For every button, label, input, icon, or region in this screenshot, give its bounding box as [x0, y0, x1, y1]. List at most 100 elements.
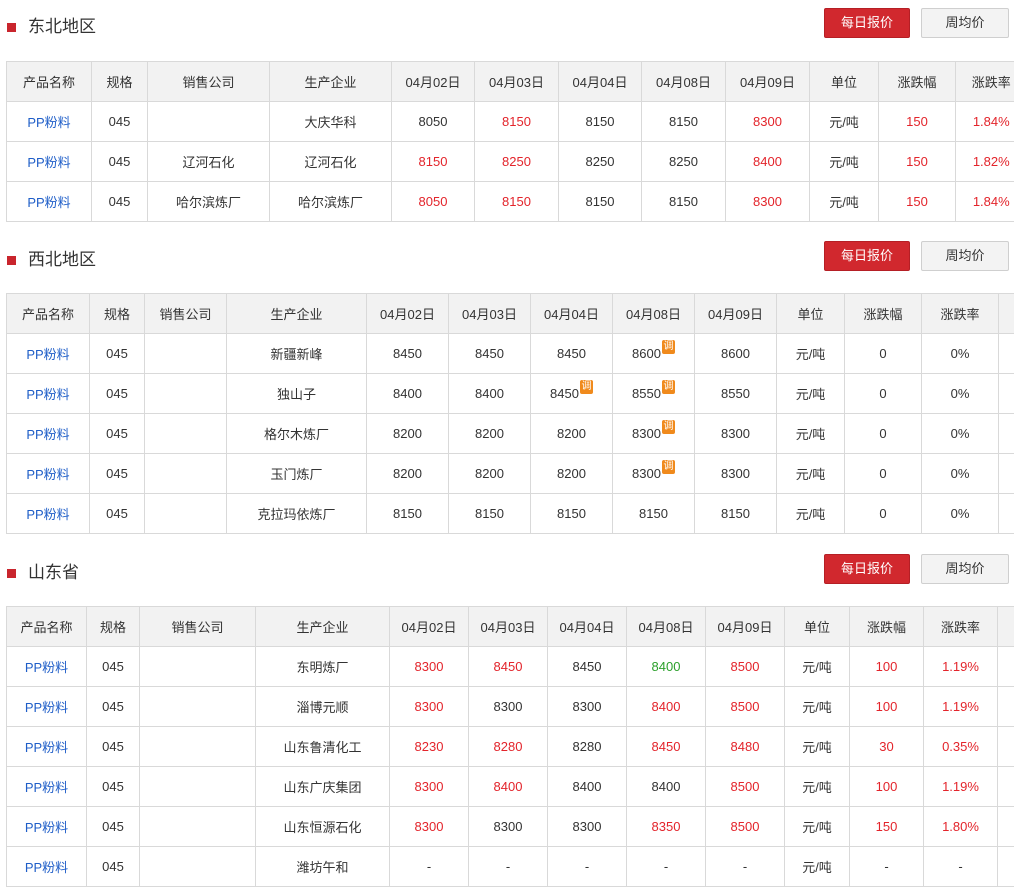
unit-cell: 元/吨	[809, 101, 879, 142]
unit-cell: 元/吨	[784, 726, 850, 767]
price-0402: 8400	[366, 373, 449, 414]
col-header-producer: 生产企业	[269, 61, 392, 102]
weekly-average-button[interactable]: 周均价	[921, 554, 1009, 584]
table-row: PP粉料 045 山东鲁清化工 8230 8280 8280 8450 8480…	[6, 726, 1014, 767]
rate-cell: 0%	[921, 493, 999, 534]
table-row: PP粉料 045 哈尔滨炼厂 哈尔滨炼厂 8050 8150 8150 8150…	[6, 181, 1014, 222]
col-header-date-0408: 04月08日	[641, 61, 726, 102]
extra-cell	[997, 766, 1014, 807]
price-0409: 8300	[694, 453, 777, 494]
spec-cell: 045	[86, 766, 140, 807]
seller-cell	[139, 806, 256, 847]
col-header-rate: 涨跌率	[921, 293, 999, 334]
spec-cell: 045	[89, 373, 145, 414]
price-0409: 8550	[694, 373, 777, 414]
table-row: PP粉料 045 辽河石化 辽河石化 8150 8250 8250 8250 8…	[6, 141, 1014, 182]
product-link[interactable]: PP粉料	[6, 453, 90, 494]
daily-quote-button[interactable]: 每日报价	[824, 554, 910, 584]
product-link[interactable]: PP粉料	[6, 333, 90, 374]
price-0402: 8300	[389, 766, 469, 807]
price-0402: 8230	[389, 726, 469, 767]
change-cell: 0	[844, 333, 922, 374]
col-header-date-0408: 04月08日	[612, 293, 695, 334]
price-0402: 8300	[389, 646, 469, 687]
price-0403: 8150	[448, 493, 531, 534]
price-0409: 8500	[705, 686, 785, 727]
change-cell: 0	[844, 493, 922, 534]
producer-cell: 山东广庆集团	[255, 766, 390, 807]
col-header-date-0403: 04月03日	[448, 293, 531, 334]
daily-quote-button[interactable]: 每日报价	[824, 241, 910, 271]
seller-cell: 辽河石化	[147, 141, 270, 182]
price-0403: 8200	[448, 453, 531, 494]
product-link[interactable]: PP粉料	[6, 493, 90, 534]
product-link[interactable]: PP粉料	[6, 646, 87, 687]
price-0402: 8050	[391, 181, 475, 222]
product-link[interactable]: PP粉料	[6, 726, 87, 767]
adjust-badge-icon[interactable]: 调	[661, 380, 675, 394]
price-0404: 8200	[530, 453, 613, 494]
col-header-rate: 涨跌率	[923, 606, 998, 647]
table-row: PP粉料 045 克拉玛依炼厂 8150 8150 8150 8150 8150…	[6, 493, 1014, 534]
unit-cell: 元/吨	[809, 141, 879, 182]
price-0403: 8150	[474, 101, 559, 142]
extra-cell	[997, 806, 1014, 847]
price-0408: 8300	[632, 466, 661, 481]
col-header-product: 产品名称	[6, 293, 90, 334]
table-row: PP粉料 045 东明炼厂 8300 8450 8450 8400 8500 元…	[6, 646, 1014, 687]
price-0404: 8300	[547, 686, 627, 727]
col-header-date-0409: 04月09日	[705, 606, 785, 647]
product-link[interactable]: PP粉料	[6, 413, 90, 454]
col-header-rate: 涨跌率	[955, 61, 1014, 102]
section-header: 山东省 每日报价 周均价	[0, 553, 1014, 589]
price-0404: 8280	[547, 726, 627, 767]
price-0404: 8450	[550, 386, 579, 401]
price-0408: 8450	[626, 726, 706, 767]
change-cell: -	[849, 846, 924, 887]
rate-cell: -	[923, 846, 998, 887]
producer-cell: 玉门炼厂	[226, 453, 367, 494]
price-0404: -	[547, 846, 627, 887]
spec-cell: 045	[86, 726, 140, 767]
price-0403: 8280	[468, 726, 548, 767]
adjust-badge-icon[interactable]: 调	[661, 460, 675, 474]
adjust-badge-icon[interactable]: 调	[579, 380, 593, 394]
adjust-badge-icon[interactable]: 调	[661, 340, 675, 354]
seller-cell	[139, 686, 256, 727]
seller-cell	[144, 493, 227, 534]
product-link[interactable]: PP粉料	[6, 766, 87, 807]
product-link[interactable]: PP粉料	[6, 141, 92, 182]
weekly-average-button[interactable]: 周均价	[921, 8, 1009, 38]
col-header-date-0403: 04月03日	[474, 61, 559, 102]
producer-cell: 克拉玛依炼厂	[226, 493, 367, 534]
producer-cell: 山东恒源石化	[255, 806, 390, 847]
price-0403: 8300	[468, 806, 548, 847]
rate-cell: 1.80%	[923, 806, 998, 847]
extra-cell	[997, 686, 1014, 727]
section-title: 东北地区	[28, 17, 96, 36]
change-cell: 150	[849, 806, 924, 847]
weekly-average-button[interactable]: 周均价	[921, 241, 1009, 271]
extra-cell	[997, 846, 1014, 887]
daily-quote-button[interactable]: 每日报价	[824, 8, 910, 38]
unit-cell: 元/吨	[784, 806, 850, 847]
price-0408: 8550	[632, 386, 661, 401]
price-0408: 8300	[632, 426, 661, 441]
col-header-date-0408: 04月08日	[626, 606, 706, 647]
price-0408: 8350	[626, 806, 706, 847]
col-header-date-0404: 04月04日	[530, 293, 613, 334]
product-link[interactable]: PP粉料	[6, 846, 87, 887]
table-row: PP粉料 045 淄博元顺 8300 8300 8300 8400 8500 元…	[6, 686, 1014, 727]
price-0402: 8050	[391, 101, 475, 142]
col-header-date-0403: 04月03日	[468, 606, 548, 647]
table-header-row: 产品名称 规格 销售公司 生产企业 04月02日 04月03日 04月04日 0…	[6, 61, 1014, 102]
col-header-unit: 单位	[776, 293, 845, 334]
adjust-badge-icon[interactable]: 调	[661, 420, 675, 434]
product-link[interactable]: PP粉料	[6, 686, 87, 727]
product-link[interactable]: PP粉料	[6, 806, 87, 847]
product-link[interactable]: PP粉料	[6, 373, 90, 414]
product-link[interactable]: PP粉料	[6, 101, 92, 142]
producer-cell: 大庆华科	[269, 101, 392, 142]
product-link[interactable]: PP粉料	[6, 181, 92, 222]
seller-cell	[139, 846, 256, 887]
